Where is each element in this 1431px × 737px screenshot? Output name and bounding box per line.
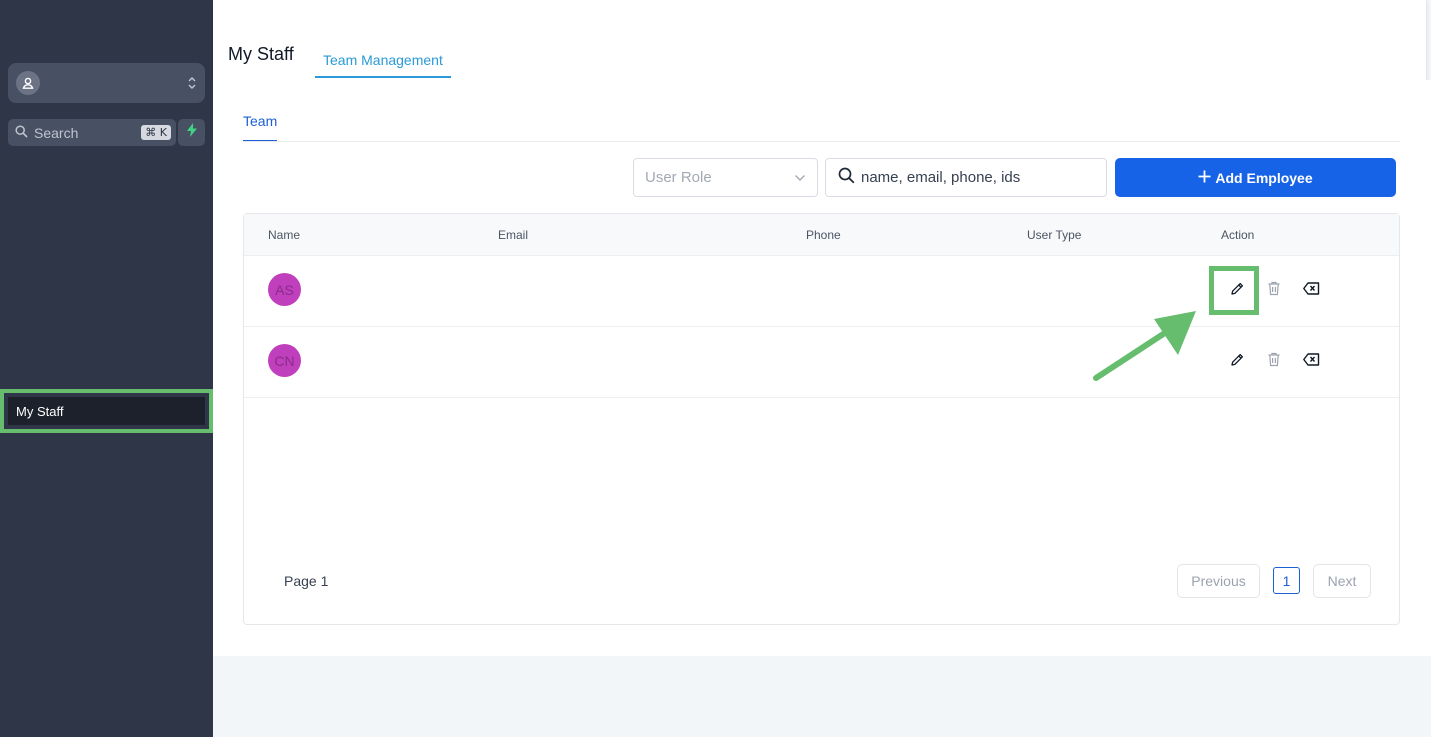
tab-team-management[interactable]: Team Management	[315, 33, 451, 78]
annotation-arrow-icon	[1093, 311, 1196, 381]
user-role-placeholder: User Role	[645, 169, 712, 186]
sidebar-search[interactable]: Search ⌘ K	[8, 119, 176, 146]
search-input[interactable]	[861, 169, 1091, 186]
employee-search-field[interactable]	[825, 158, 1107, 197]
table-row: CN	[244, 327, 1399, 398]
sidebar: Search ⌘ K My Staff	[0, 0, 213, 737]
page-indicator: Page 1	[284, 573, 329, 589]
pencil-icon	[1229, 281, 1245, 302]
shortcut-badge: ⌘ K	[141, 125, 171, 140]
table-header: Name Email Phone User Type Action	[244, 214, 1399, 256]
user-icon	[16, 71, 40, 95]
sidebar-search-label: Search	[34, 124, 79, 141]
avatar: AS	[268, 273, 301, 306]
page-number-button[interactable]: 1	[1273, 567, 1300, 594]
user-role-select[interactable]: User Role	[633, 158, 818, 197]
delete-button[interactable]	[1263, 280, 1285, 302]
backspace-icon	[1302, 282, 1320, 300]
next-page-button[interactable]: Next	[1313, 564, 1371, 598]
column-header-action: Action	[1221, 228, 1255, 242]
edit-button[interactable]	[1226, 351, 1248, 373]
remove-button[interactable]	[1300, 280, 1322, 302]
remove-button[interactable]	[1300, 351, 1322, 373]
sidebar-item-my-staff[interactable]: My Staff	[8, 397, 205, 425]
trash-icon	[1267, 352, 1281, 372]
column-header-user-type: User Type	[1027, 228, 1082, 242]
table-row: AS	[244, 256, 1399, 327]
chevron-down-icon	[794, 174, 806, 182]
previous-page-button[interactable]: Previous	[1177, 564, 1260, 598]
pencil-icon	[1229, 352, 1245, 373]
quick-action-button[interactable]	[178, 119, 205, 146]
column-header-email: Email	[498, 228, 529, 242]
edit-button[interactable]	[1226, 280, 1248, 302]
search-icon	[15, 124, 28, 141]
top-header: My Staff Team Management	[213, 0, 1427, 80]
staff-table: Name Email Phone User Type Action AS CN …	[243, 213, 1400, 625]
trash-icon	[1267, 281, 1281, 301]
search-icon	[838, 167, 855, 189]
divider	[243, 141, 1400, 142]
lightning-icon	[186, 123, 198, 142]
account-switcher[interactable]	[8, 63, 205, 103]
page-title: My Staff	[228, 44, 294, 64]
delete-button[interactable]	[1263, 351, 1285, 373]
add-employee-label: Add Employee	[1215, 169, 1313, 186]
add-employee-button[interactable]: Add Employee	[1115, 158, 1396, 197]
column-header-name: Name	[268, 228, 301, 242]
tab-team[interactable]: Team	[243, 113, 278, 142]
sidebar-item-label: My Staff	[16, 403, 64, 419]
column-header-phone: Phone	[806, 228, 841, 242]
main-content: Team User Role Add Employee Name Email P…	[213, 80, 1431, 656]
avatar: CN	[268, 344, 301, 377]
chevron-updown-icon	[187, 75, 197, 91]
plus-icon	[1198, 170, 1211, 186]
nav-highlight: My Staff	[0, 389, 213, 433]
backspace-icon	[1302, 353, 1320, 371]
